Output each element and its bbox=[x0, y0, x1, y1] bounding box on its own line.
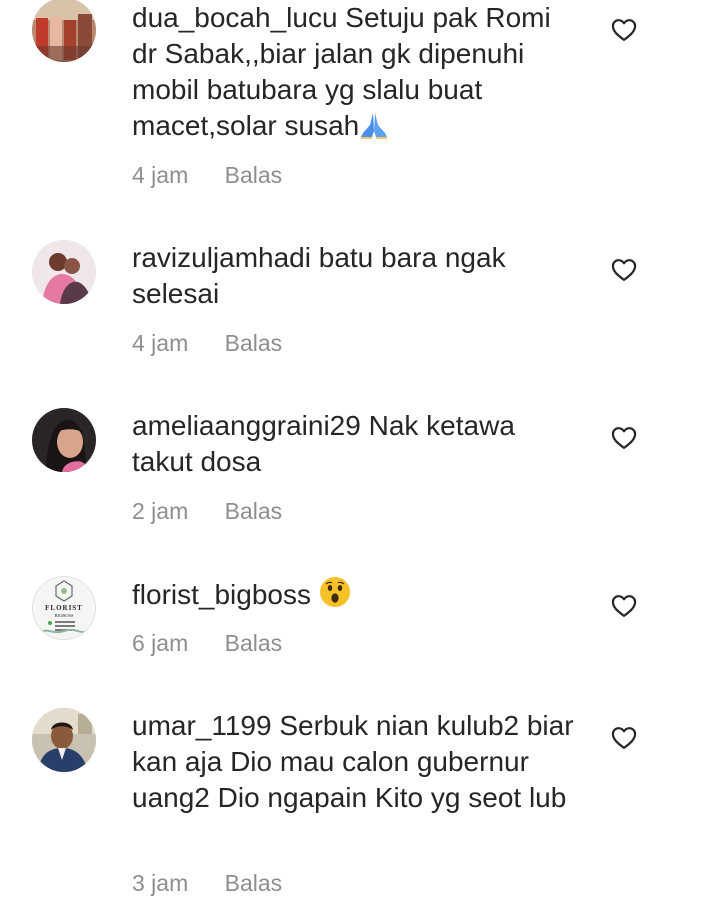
heart-outline-icon[interactable] bbox=[610, 424, 638, 452]
avatar[interactable]: FLORIST BIGBOSS bbox=[32, 576, 96, 640]
comment-username[interactable]: ameliaanggraini29 bbox=[132, 410, 361, 441]
reply-button[interactable]: Balas bbox=[225, 630, 283, 656]
avatar[interactable] bbox=[32, 0, 96, 62]
comment-username[interactable]: umar_1199 bbox=[132, 710, 272, 741]
comment-time: 2 jam bbox=[132, 498, 189, 524]
comment-username[interactable]: ravizuljamhadi bbox=[132, 242, 311, 273]
heart-outline-icon[interactable] bbox=[610, 724, 638, 752]
avatar[interactable] bbox=[32, 708, 96, 772]
avatar-logo-text: FLORIST bbox=[45, 604, 83, 612]
heart-outline-icon[interactable] bbox=[610, 16, 638, 44]
heart-outline-icon[interactable] bbox=[610, 256, 638, 284]
reply-button[interactable]: Balas bbox=[225, 330, 283, 356]
comment-body: dua_bocah_lucu Setuju pak Romi dr Sabak,… bbox=[132, 0, 582, 148]
comment-time: 6 jam bbox=[132, 630, 189, 656]
svg-text:BIGBOSS: BIGBOSS bbox=[54, 613, 74, 618]
comment-username[interactable]: dua_bocah_lucu bbox=[132, 2, 338, 33]
comment-time: 4 jam bbox=[132, 162, 189, 188]
comment-username[interactable]: florist_bigboss bbox=[132, 579, 311, 610]
avatar[interactable] bbox=[32, 408, 96, 472]
reply-button[interactable]: Balas bbox=[225, 162, 283, 188]
comment-time: 4 jam bbox=[132, 330, 189, 356]
reply-button[interactable]: Balas bbox=[225, 498, 283, 524]
heart-outline-icon[interactable] bbox=[610, 592, 638, 620]
folded-hands-icon bbox=[359, 111, 389, 148]
comment-body: ravizuljamhadi batu bara ngak selesai bbox=[132, 240, 582, 312]
comment-body: ameliaanggraini29 Nak ketawa takut dosa bbox=[132, 408, 582, 480]
comment-meta: 6 jam Balas bbox=[132, 628, 282, 658]
astonished-face-icon bbox=[319, 576, 351, 617]
comment-meta: 4 jam Balas bbox=[132, 328, 282, 358]
comment-meta: 2 jam Balas bbox=[132, 496, 282, 526]
avatar[interactable] bbox=[32, 240, 96, 304]
comment-time: 3 jam bbox=[132, 870, 189, 896]
comment-meta: 4 jam Balas bbox=[132, 160, 282, 190]
reply-button[interactable]: Balas bbox=[225, 870, 283, 896]
comment-meta: 3 jam Balas bbox=[132, 868, 282, 898]
comment-body: florist_bigboss bbox=[132, 576, 582, 617]
comment-body: umar_1199 Serbuk nian kulub2 biar kan aj… bbox=[132, 708, 582, 816]
